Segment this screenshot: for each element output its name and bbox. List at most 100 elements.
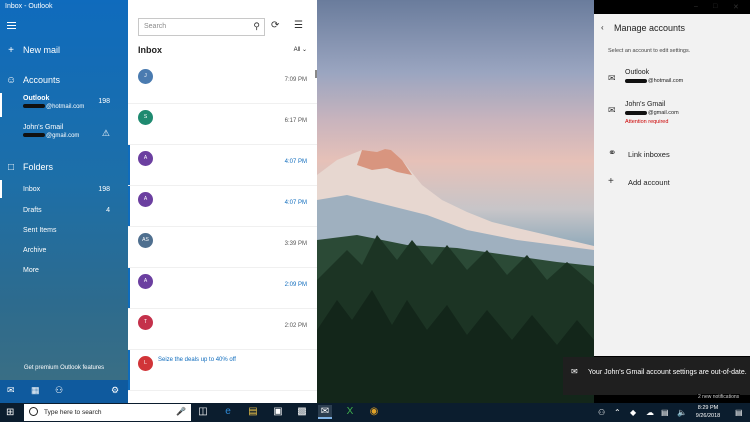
person-icon: ☺ <box>6 74 17 86</box>
message-item[interactable]: S 6:17 PM <box>128 104 317 145</box>
avatar: A <box>138 274 153 289</box>
mail-icon[interactable]: ✉ <box>7 385 15 396</box>
new-mail-label: New mail <box>23 45 61 55</box>
action-center-icon[interactable]: ▤ <box>735 408 743 417</box>
folder-item-drafts[interactable]: Drafts 4 <box>0 201 128 219</box>
store-icon[interactable]: ▣ <box>271 405 285 419</box>
back-arrow-icon[interactable]: ‹ <box>601 23 604 32</box>
accounts-header-label: Accounts <box>23 75 61 85</box>
premium-link[interactable]: Get premium Outlook features <box>0 360 128 376</box>
message-time: 7:09 PM <box>284 77 307 83</box>
folder-name: More <box>23 266 39 274</box>
panel-account-name: Outlook <box>625 69 650 76</box>
taskbar-search-placeholder: Type here to search <box>44 409 102 416</box>
account-name: Outlook <box>23 95 50 102</box>
account-name: John's Gmail <box>23 124 64 131</box>
panel-account-email-row: @gmail.com <box>625 110 679 116</box>
avatar: J <box>138 69 153 84</box>
taskbar-search-box[interactable]: Type here to search 🎤 <box>24 404 191 421</box>
panel-account-gmail[interactable]: ✉ John's Gmail @gmail.com Attention requ… <box>594 98 750 128</box>
panel-account-email-row: @hotmail.com <box>625 78 683 84</box>
redacted-mark <box>625 110 647 115</box>
title-bar: Inbox - Outlook <box>0 0 750 14</box>
microphone-icon[interactable]: 🎤 <box>176 407 186 416</box>
dropbox-icon[interactable]: ◆ <box>630 408 636 417</box>
filter-dropdown[interactable]: All ⌄ <box>294 46 307 53</box>
selection-mode-icon[interactable]: ☰ <box>294 20 303 31</box>
mail-app-icon[interactable]: ✉ <box>318 405 332 419</box>
message-snippet: Seize the deals up to 40% off <box>158 357 236 363</box>
taskbar: ⊞ Type here to search 🎤 ◫ e ▤ ▣ ▩ ✉ X ◉ … <box>0 403 750 422</box>
network-icon[interactable]: ▤ <box>661 408 669 417</box>
message-time: 2:02 PM <box>284 323 307 329</box>
message-time: 2:09 PM <box>284 282 307 288</box>
task-view-icon[interactable]: ◫ <box>196 405 210 419</box>
message-item[interactable]: A 2:09 PM <box>128 268 317 309</box>
clock[interactable]: 8:29 PM 9/26/2018 <box>693 404 723 420</box>
search-input[interactable]: Search ⚲ <box>138 18 265 36</box>
message-time: 4:07 PM <box>284 200 307 206</box>
accounts-header[interactable]: ☺ Accounts <box>0 71 128 89</box>
photos-icon[interactable]: ▩ <box>295 405 309 419</box>
folder-item-inbox[interactable]: Inbox 198 <box>0 180 128 198</box>
search-placeholder: Search <box>144 23 167 30</box>
minimize-icon[interactable]: – <box>694 3 698 10</box>
account-unread-count: 198 <box>98 98 110 105</box>
folders-header[interactable]: □ Folders <box>0 158 128 176</box>
hamburger-menu-icon[interactable] <box>7 22 16 29</box>
account-email: @gmail.com <box>46 133 80 139</box>
folder-item-sent[interactable]: Sent Items <box>0 221 128 239</box>
message-item[interactable]: L Seize the deals up to 40% off <box>128 350 317 391</box>
panel-hint: Select an account to edit settings. <box>608 48 691 54</box>
windows-start-icon[interactable]: ⊞ <box>6 407 14 418</box>
onedrive-icon[interactable]: ☁ <box>646 408 654 417</box>
excel-icon[interactable]: X <box>343 405 357 419</box>
message-time: 6:17 PM <box>284 118 307 124</box>
account-item-gmail[interactable]: John's Gmail @gmail.com ⚠ <box>0 122 128 146</box>
list-scrollbar[interactable] <box>315 70 317 78</box>
message-item[interactable]: T 2:02 PM <box>128 309 317 350</box>
clock-date: 9/26/2018 <box>695 413 721 419</box>
attention-required-label: Attention required <box>625 119 669 125</box>
folder-name: Sent Items <box>23 226 57 234</box>
panel-account-email: @gmail.com <box>648 110 679 116</box>
chrome-icon[interactable]: ◉ <box>367 405 381 419</box>
cortana-icon <box>29 407 38 416</box>
toast-notification[interactable]: ✉ Your John's Gmail account settings are… <box>563 357 750 395</box>
background-photo <box>317 0 594 403</box>
add-account-label: Add account <box>628 178 670 187</box>
message-item[interactable]: AS 3:39 PM <box>128 227 317 268</box>
maximize-icon[interactable]: □ <box>713 3 717 10</box>
message-item[interactable]: J 7:09 PM <box>128 63 317 104</box>
envelope-icon: ✉ <box>571 367 578 376</box>
account-email-row: @gmail.com <box>23 133 128 139</box>
avatar: L <box>138 356 153 371</box>
people-tray-icon[interactable]: ⚇ <box>598 408 605 417</box>
close-icon[interactable]: ✕ <box>733 3 739 11</box>
new-mail-button[interactable]: + New mail <box>0 41 128 59</box>
toast-text: Your John's Gmail account settings are o… <box>588 369 747 376</box>
folder-item-more[interactable]: More <box>0 261 128 279</box>
link-inboxes-button[interactable]: ⚭ Link inboxes <box>594 146 750 162</box>
chevron-down-icon: ⌄ <box>301 47 307 53</box>
panel-account-outlook[interactable]: ✉ Outlook @hotmail.com <box>594 66 750 96</box>
settings-gear-icon[interactable]: ⚙ <box>111 385 119 396</box>
avatar: S <box>138 110 153 125</box>
add-account-button[interactable]: + Add account <box>594 174 750 190</box>
edge-browser-icon[interactable]: e <box>221 405 235 419</box>
volume-icon[interactable]: 🔈 <box>677 408 687 417</box>
chevron-up-icon[interactable]: ⌃ <box>614 408 621 417</box>
message-item[interactable]: A 4:07 PM <box>128 186 317 227</box>
message-item[interactable]: A 4:07 PM <box>128 145 317 186</box>
sync-icon[interactable]: ⟳ <box>271 20 279 31</box>
folder-name: Inbox <box>23 185 41 193</box>
file-explorer-icon[interactable]: ▤ <box>246 405 260 419</box>
people-icon[interactable]: ⚇ <box>55 385 63 396</box>
account-email: @hotmail.com <box>46 104 85 110</box>
folder-item-archive[interactable]: Archive <box>0 241 128 259</box>
folders-header-label: Folders <box>23 162 54 172</box>
account-item-outlook[interactable]: Outlook @hotmail.com 198 <box>0 93 128 117</box>
navigation-pane: + New mail ☺ Accounts Outlook @hotmail.c… <box>0 0 128 403</box>
search-icon[interactable]: ⚲ <box>253 21 260 32</box>
calendar-icon[interactable]: ▦ <box>31 385 40 396</box>
